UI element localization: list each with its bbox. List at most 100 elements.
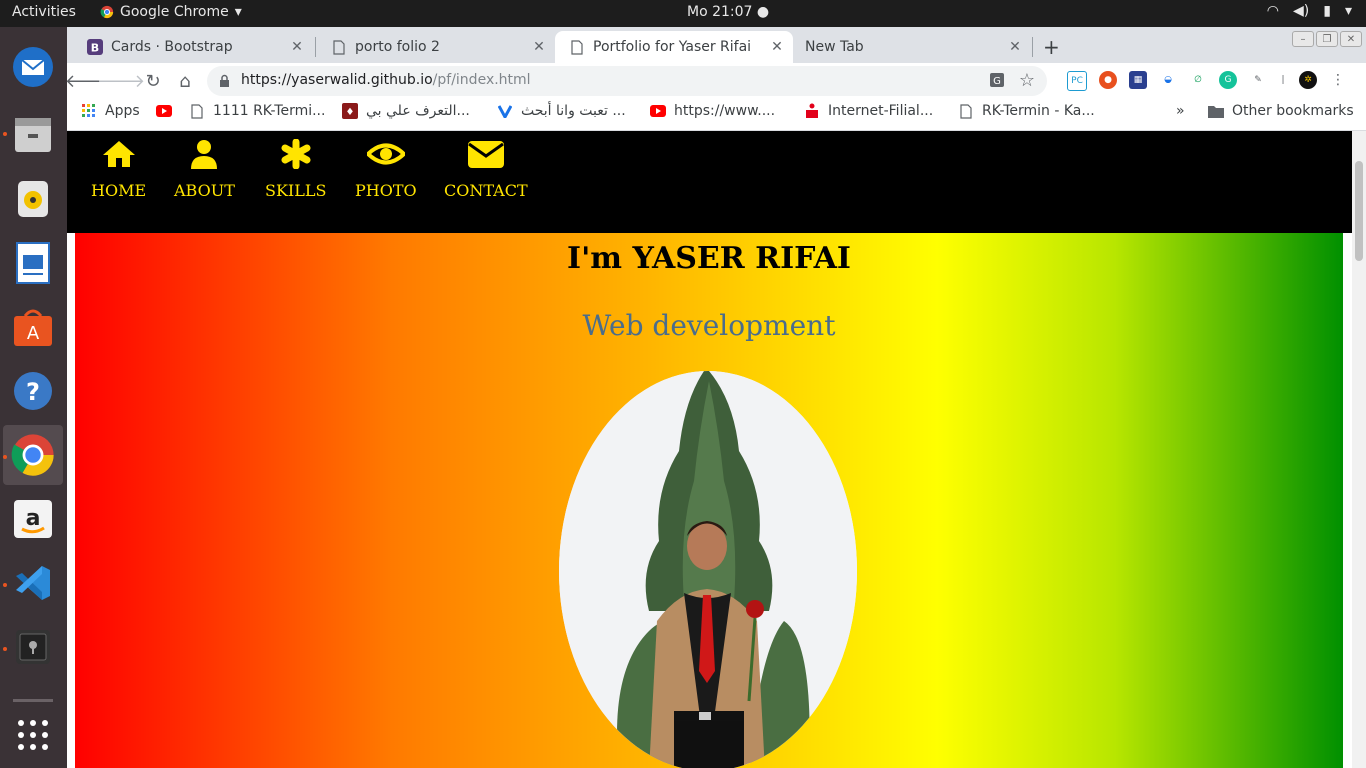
- reload-button[interactable]: ↻: [141, 69, 165, 93]
- eyedropper-extension-icon[interactable]: ✎: [1249, 71, 1267, 89]
- chrome-dock-icon[interactable]: [3, 425, 63, 485]
- nav-label: SKILLS: [265, 181, 327, 200]
- rhythmbox-icon[interactable]: [9, 175, 57, 223]
- system-tray[interactable]: ◠ ◀) ▮ ▾: [1267, 3, 1352, 19]
- tab-title: porto folio 2: [355, 39, 440, 55]
- profile-photo: [559, 371, 857, 768]
- bookmark-rk-termin-ka[interactable]: RK-Termin - Ka...: [958, 103, 1095, 119]
- volume-icon: ◀): [1293, 3, 1310, 19]
- nav-label: HOME: [91, 181, 147, 200]
- nav-label: ABOUT: [174, 181, 235, 200]
- tab-porto-folio[interactable]: porto folio 2 ✕: [317, 31, 555, 63]
- maximize-button[interactable]: ❐: [1316, 31, 1338, 47]
- menu-icon[interactable]: ⋮: [1329, 71, 1347, 89]
- address-bar[interactable]: https://yaserwalid.github.io/pf/index.ht…: [207, 66, 1047, 96]
- system-top-bar: Activities Google Chrome ▾ Mo 21:07 ● ◠ …: [0, 0, 1366, 27]
- software-center-icon[interactable]: A: [9, 303, 57, 351]
- page-icon: [189, 103, 205, 119]
- bookmark-label: تعبت وانا أبحث ...: [521, 103, 626, 119]
- tab-bootstrap[interactable]: B Cards · Bootstrap ✕: [73, 31, 313, 63]
- files-icon[interactable]: [9, 111, 57, 159]
- clip-extension-icon[interactable]: ∅: [1189, 71, 1207, 89]
- bookmark-youtube[interactable]: [156, 103, 172, 119]
- chevron-down-icon: ▾: [234, 4, 242, 20]
- bookmark-label: التعرف علي بي...: [366, 103, 470, 119]
- forward-button[interactable]: 🡒: [97, 69, 145, 93]
- running-indicator: [3, 455, 7, 459]
- tab-title: New Tab: [805, 39, 864, 55]
- scrollbar-thumb[interactable]: [1355, 161, 1363, 261]
- running-indicator: [3, 583, 7, 587]
- bookmark-arabic-1[interactable]: ♦ التعرف علي بي...: [342, 103, 470, 119]
- running-indicator: [3, 132, 7, 136]
- youtube-icon: [650, 103, 666, 119]
- dock: A ? a: [0, 27, 67, 768]
- profile-avatar[interactable]: ✲: [1299, 71, 1317, 89]
- close-icon[interactable]: ✕: [1005, 39, 1025, 55]
- url-text: https://yaserwalid.github.io/pf/index.ht…: [241, 72, 531, 88]
- amazon-icon[interactable]: a: [9, 495, 57, 543]
- help-icon[interactable]: ?: [9, 367, 57, 415]
- bookmark-rk-termin[interactable]: 1111 RK-Termi...: [189, 103, 325, 119]
- lock-icon[interactable]: [219, 73, 230, 92]
- overflow-label: »: [1176, 103, 1185, 119]
- bookmark-internet-filiale[interactable]: Internet-Filial...: [804, 103, 933, 119]
- nav-home[interactable]: HOME: [91, 139, 146, 200]
- eye-icon: [366, 143, 405, 165]
- bookmark-label: https://www....: [674, 103, 776, 119]
- app-icon: ♦: [342, 103, 358, 119]
- page-scrollbar[interactable]: [1352, 131, 1366, 768]
- record-extension-icon[interactable]: ●: [1099, 71, 1117, 89]
- svg-text:B: B: [91, 42, 99, 55]
- bookmark-label: RK-Termin - Ka...: [982, 103, 1095, 119]
- folder-icon: [1208, 103, 1224, 119]
- dock-separator: [9, 695, 57, 705]
- minimize-button[interactable]: –: [1292, 31, 1314, 47]
- close-icon[interactable]: ✕: [529, 39, 549, 55]
- nav-photo[interactable]: PHOTO: [355, 139, 417, 200]
- close-icon[interactable]: ✕: [287, 39, 307, 55]
- chrome-icon: [100, 5, 114, 19]
- bookmark-youtube-link[interactable]: https://www....: [650, 103, 775, 119]
- svg-text:A: A: [27, 323, 40, 344]
- pc-extension-icon[interactable]: PC: [1067, 71, 1087, 91]
- thunderbird-icon[interactable]: [9, 43, 57, 91]
- svg-text:G: G: [993, 76, 1001, 87]
- clock[interactable]: Mo 21:07 ●: [687, 4, 769, 20]
- bookmark-arabic-2[interactable]: تعبت وانا أبحث ...: [497, 103, 626, 119]
- bookmark-star-icon[interactable]: ☆: [1019, 70, 1035, 91]
- show-apps-icon[interactable]: [9, 711, 57, 759]
- nav-about[interactable]: ABOUT: [174, 139, 235, 200]
- safe-icon[interactable]: [9, 623, 57, 671]
- bookmarks-overflow-button[interactable]: »: [1176, 103, 1185, 119]
- tab-title: Cards · Bootstrap: [111, 39, 233, 55]
- cast-extension-icon[interactable]: ◒: [1159, 71, 1177, 89]
- page-icon: [331, 39, 347, 55]
- grammarly-icon[interactable]: G: [1219, 71, 1237, 89]
- other-bookmarks[interactable]: Other bookmarks: [1208, 103, 1354, 119]
- close-icon[interactable]: ✕: [767, 39, 787, 55]
- asterisk-icon: [281, 139, 311, 169]
- nav-label: CONTACT: [444, 181, 528, 200]
- youtube-icon: [156, 103, 172, 119]
- home-button[interactable]: ⌂: [173, 69, 197, 93]
- battery-icon: ▮: [1323, 3, 1331, 19]
- close-window-button[interactable]: ✕: [1340, 31, 1362, 47]
- app-menu[interactable]: Google Chrome ▾: [100, 4, 242, 20]
- tab-portfolio-active[interactable]: Portfolio for Yaser Rifai ✕: [555, 31, 793, 63]
- bookmarks-bar: Apps 1111 RK-Termi... ♦ التعرف علي بي...…: [67, 97, 1366, 131]
- tab-new-tab[interactable]: New Tab ✕: [795, 31, 1031, 63]
- nav-contact[interactable]: CONTACT: [444, 139, 528, 200]
- activities-button[interactable]: Activities: [12, 4, 76, 20]
- clapper-extension-icon[interactable]: ▦: [1129, 71, 1147, 89]
- wifi-icon: ◠: [1266, 3, 1280, 19]
- nav-skills[interactable]: SKILLS: [265, 139, 326, 200]
- bookmark-apps[interactable]: Apps: [81, 103, 140, 119]
- vscode-icon[interactable]: [9, 559, 57, 607]
- page-viewport: HOME ABOUT SKILLS PHOTO CONTACT I'm YASE…: [67, 131, 1352, 768]
- writer-icon[interactable]: [9, 239, 57, 287]
- url-path: /pf/index.html: [432, 72, 531, 88]
- running-indicator: [3, 647, 7, 651]
- new-tab-button[interactable]: +: [1043, 35, 1060, 59]
- translate-icon[interactable]: G: [989, 72, 1005, 92]
